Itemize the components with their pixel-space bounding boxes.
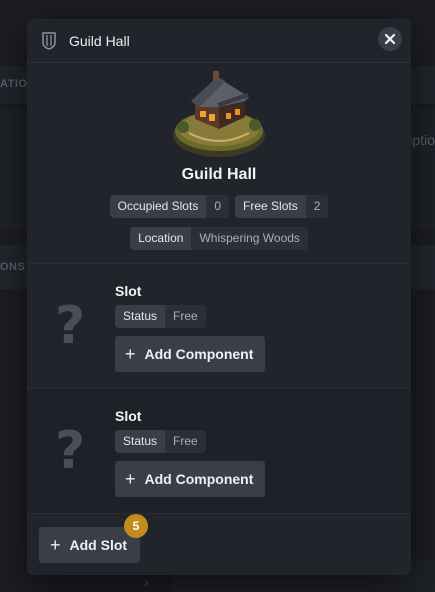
shield-icon — [42, 31, 56, 50]
status-value: Free — [165, 305, 206, 328]
modal-title: Guild Hall — [69, 32, 130, 49]
occupied-slots-chip: Occupied Slots 0 — [109, 195, 230, 218]
stat-value: 0 — [206, 195, 230, 218]
modal-header: Guild Hall — [27, 19, 411, 63]
add-component-button[interactable]: + Add Component — [115, 336, 265, 372]
question-mark-icon: ? — [55, 421, 86, 481]
background-section-label: ATIO — [0, 78, 28, 90]
slot-status-chip: Status Free — [115, 305, 206, 328]
chevron-right-icon: › — [144, 574, 149, 590]
slot-status-chip: Status Free — [115, 430, 206, 453]
location-label: Location — [130, 227, 192, 250]
modal-footer: + Add Slot 5 — [27, 514, 411, 575]
building-modal: Guild Hall Guild Hall Occupied Slots 0 F… — [27, 19, 411, 575]
slot-title: Slot — [115, 283, 142, 299]
close-button[interactable] — [378, 27, 402, 51]
stat-label: Free Slots — [235, 195, 306, 218]
location-value: Whispering Woods — [191, 227, 308, 250]
add-component-button[interactable]: + Add Component — [115, 461, 265, 497]
guild-hall-image — [173, 71, 265, 157]
add-component-label: Add Component — [144, 471, 254, 487]
status-label: Status — [115, 305, 166, 328]
slot-title: Slot — [115, 408, 142, 424]
add-component-label: Add Component — [144, 346, 254, 362]
plus-icon: + — [125, 469, 136, 489]
building-name: Guild Hall — [181, 166, 257, 183]
plus-icon: + — [125, 344, 136, 364]
background-card-text: iptio — [409, 132, 435, 148]
slot-card: ? Slot Status Free + Add Component — [27, 389, 411, 514]
slot-card: ? Slot Status Free + Add Component — [27, 264, 411, 389]
location-row: Location Whispering Woods — [27, 227, 411, 250]
plus-icon: + — [50, 535, 61, 555]
background-section-label-2: ONS — [0, 261, 26, 273]
location-chip: Location Whispering Woods — [130, 227, 308, 250]
add-slot-label: Add Slot — [69, 537, 128, 553]
building-stats: Occupied Slots 0 Free Slots 2 — [27, 195, 411, 218]
status-value: Free — [165, 430, 206, 453]
free-slots-chip: Free Slots 2 — [235, 195, 329, 218]
building-summary: Guild Hall Occupied Slots 0 Free Slots 2… — [27, 63, 411, 264]
add-slot-count-badge: 5 — [124, 514, 148, 538]
close-icon — [384, 33, 396, 45]
stat-label: Occupied Slots — [109, 195, 207, 218]
stat-value: 2 — [305, 195, 329, 218]
status-label: Status — [115, 430, 166, 453]
question-mark-icon: ? — [55, 296, 86, 356]
